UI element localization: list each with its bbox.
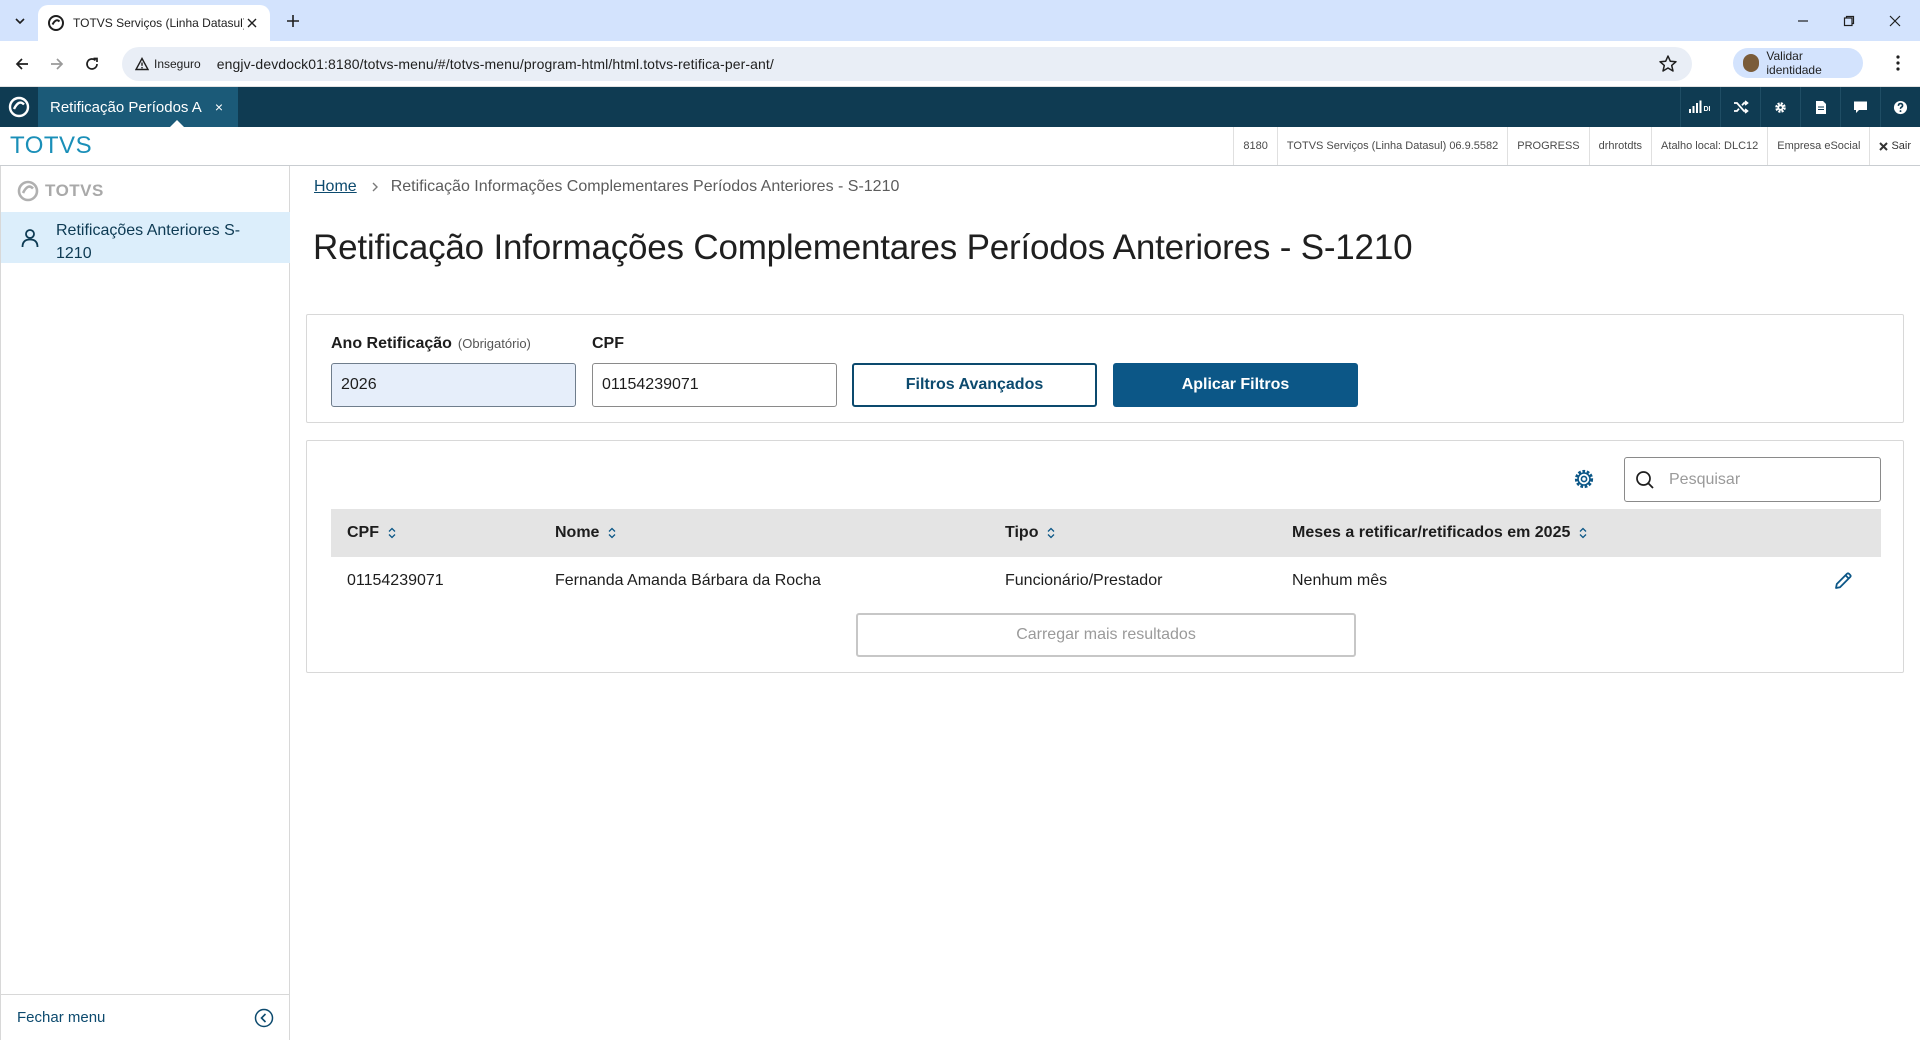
minimize-window-icon[interactable] [1780,0,1826,41]
info-bar: TOTVS 8180 TOTVS Serviços (Linha Datasul… [0,127,1920,166]
info-user: drhrotdts [1588,127,1651,165]
collapse-chevron-icon[interactable] [254,1008,274,1028]
url-bar[interactable]: Inseguro engjv-devdock01:8180/totvs-menu… [122,47,1692,81]
sidebar-logo: TOTVS [17,180,104,202]
year-input[interactable]: 2026 [331,363,576,407]
close-icon [1879,141,1889,151]
column-header-meses[interactable]: Meses a retificar/retificados em 2025 [1292,509,1587,557]
browser-toolbar: Inseguro engjv-devdock01:8180/totvs-menu… [0,41,1920,87]
search-placeholder: Pesquisar [1669,470,1741,488]
required-hint: (Obrigatório) [457,336,531,351]
totvs-favicon-icon [48,15,64,31]
browser-tab-strip: TOTVS Serviços (Linha Datasul) [0,0,1920,41]
security-chip[interactable]: Inseguro [129,51,209,77]
column-header-label: CPF [347,524,379,541]
warning-triangle-icon [135,57,149,71]
browser-tab-active[interactable]: TOTVS Serviços (Linha Datasul) [38,5,270,41]
cell-tipo: Funcionário/Prestador [1005,572,1163,589]
column-header-label: Meses a retificar/retificados em 2025 [1292,524,1571,541]
sidebar-item-retificacoes[interactable]: Retificações Anteriores S-1210 [1,212,290,263]
url-text: engjv-devdock01:8180/totvs-menu/#/totvs-… [216,56,774,72]
info-port: 8180 [1233,127,1276,165]
search-icon [1636,470,1654,489]
year-field-label: Ano Retificação (Obrigatório) [331,335,531,353]
year-label-text: Ano Retificação [331,335,452,352]
logout-button[interactable]: Sair [1869,127,1920,165]
apply-filters-button[interactable]: Aplicar Filtros [1113,363,1358,407]
breadcrumb-current: Retificação Informações Complementares P… [390,178,900,195]
table-row[interactable]: 01154239071 Fernanda Amanda Bárbara da R… [331,557,1881,605]
breadcrumb: Home Retificação Informações Complementa… [314,178,899,196]
cpf-input[interactable]: 01154239071 [592,363,837,407]
restore-window-icon[interactable] [1826,0,1872,41]
bookmark-star-icon[interactable] [1658,54,1678,74]
column-header-cpf[interactable]: CPF [347,509,396,557]
tab-search-chevron-icon[interactable] [8,9,32,33]
totvs-logo-icon[interactable] [8,96,30,118]
info-shortcut: Atalho local: DLC12 [1651,127,1767,165]
browser-menu-icon[interactable] [1886,50,1910,76]
column-header-label: Tipo [1005,524,1039,541]
chat-icon[interactable] [1840,87,1880,127]
app-top-bar: Retificação Períodos A × DI [0,87,1920,127]
identity-label: Validar identidade [1766,49,1822,77]
sidebar-logo-text: TOTVS [45,181,104,200]
load-more-button[interactable]: Carregar mais resultados [856,613,1356,657]
sort-arrows-icon[interactable] [388,527,396,539]
reload-icon[interactable] [78,50,106,78]
gear-icon[interactable] [1760,87,1800,127]
page-title: Retificação Informações Complementares P… [313,228,1413,267]
new-tab-plus-icon[interactable] [281,9,305,33]
advanced-filters-button[interactable]: Filtros Avançados [852,363,1097,407]
signal-di-icon[interactable]: DI [1680,87,1720,127]
cell-nome: Fernanda Amanda Bárbara da Rocha [555,572,821,589]
table-settings-gear-icon[interactable] [1571,466,1597,492]
search-input[interactable]: Pesquisar [1624,457,1881,502]
active-tab-caret [170,120,184,127]
session-info: 8180 TOTVS Serviços (Linha Datasul) 06.9… [1233,127,1920,165]
app-top-actions: DI [1680,87,1920,127]
forward-arrow-icon[interactable] [43,50,71,78]
avatar [1743,54,1760,72]
column-header-nome[interactable]: Nome [555,509,616,557]
breadcrumb-chevron-icon [372,182,378,192]
filter-panel: Ano Retificação (Obrigatório) 2026 CPF 01… [306,314,1904,423]
column-header-tipo[interactable]: Tipo [1005,509,1055,557]
close-menu-button[interactable]: Fechar menu [1,994,290,1040]
sort-arrows-icon[interactable] [608,527,616,539]
sidebar-menu: TOTVS Retificações Anteriores S-1210 Fec… [0,166,290,1040]
info-company[interactable]: Empresa eSocial [1767,127,1869,165]
app-tab-active[interactable]: Retificação Períodos A × [38,87,238,127]
browser-tab-title: TOTVS Serviços (Linha Datasul) [73,16,244,30]
close-menu-label: Fechar menu [17,1009,106,1026]
cpf-field-label: CPF [592,335,624,352]
cell-meses: Nenhum mês [1292,572,1388,589]
breadcrumb-home-link[interactable]: Home [314,178,357,196]
app-tab-title: Retificação Períodos A [50,98,202,116]
info-product-version: TOTVS Serviços (Linha Datasul) 06.9.5582 [1276,127,1507,165]
results-panel: Pesquisar CPF Nome Tipo Meses a retifica… [306,440,1904,673]
help-icon[interactable] [1880,87,1920,127]
info-database: PROGRESS [1507,127,1588,165]
table-header: CPF Nome Tipo Meses a retificar/retifica… [331,509,1881,557]
app-tab-close-icon[interactable]: × [212,99,226,115]
brand-logo-text: TOTVS [10,132,93,159]
sort-arrows-icon[interactable] [1047,527,1055,539]
validate-identity-button[interactable]: Validar identidade [1733,48,1863,78]
sidebar-item-label: Retificações Anteriores S-1210 [56,222,241,262]
cell-cpf: 01154239071 [347,572,444,589]
totvs-logo-icon [17,180,39,202]
close-window-icon[interactable] [1872,0,1918,41]
back-arrow-icon[interactable] [8,50,36,78]
document-icon[interactable] [1800,87,1840,127]
signal-badge: DI [1703,106,1710,113]
logout-label: Sair [1891,140,1911,152]
close-tab-icon[interactable] [244,15,260,31]
column-header-label: Nome [555,524,600,541]
security-label: Inseguro [154,57,201,71]
sort-arrows-icon[interactable] [1579,527,1587,539]
shuffle-icon[interactable] [1720,87,1760,127]
user-icon [21,229,39,248]
edit-pencil-icon[interactable] [1832,570,1854,592]
